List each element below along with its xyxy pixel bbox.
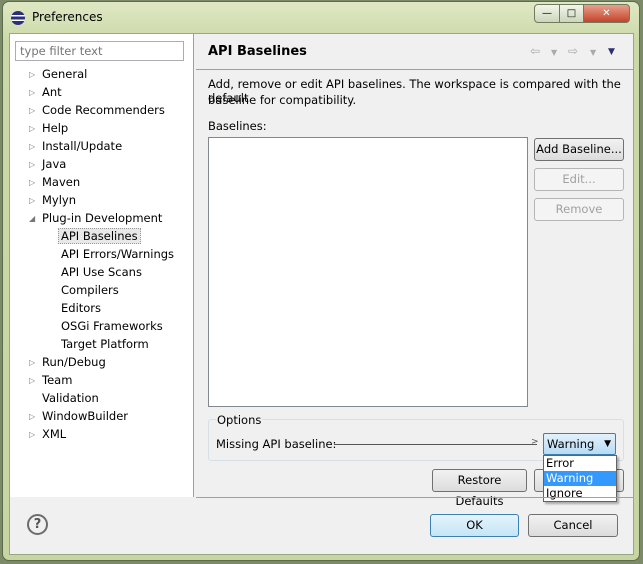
tree-item-label: Compilers: [61, 283, 119, 297]
tree-item[interactable]: ▷ Java: [29, 156, 67, 173]
footer-separator: [196, 497, 633, 498]
expand-icon[interactable]: ▷: [29, 66, 35, 83]
expand-icon[interactable]: ▷: [29, 102, 35, 119]
tree-item-label: WindowBuilder: [42, 409, 129, 423]
page-description-2: baseline for compatibility.: [208, 93, 357, 107]
cancel-button[interactable]: Cancel: [528, 514, 618, 537]
tree-item-label: API Use Scans: [61, 265, 142, 279]
eclipse-icon: [11, 11, 25, 25]
tree-item[interactable]: API Errors/Warnings: [61, 246, 174, 263]
tree-item[interactable]: ▷ Maven: [29, 174, 81, 191]
tree-item-label: API Baselines: [58, 228, 141, 244]
tree-item[interactable]: ▷ Install/Update: [29, 138, 123, 155]
add-baseline-button[interactable]: Add Baseline...: [534, 138, 624, 161]
expand-icon[interactable]: ▷: [29, 408, 35, 425]
expand-icon[interactable]: ▷: [29, 120, 35, 137]
option-warning[interactable]: Warning: [544, 471, 616, 486]
tree-item[interactable]: OSGi Frameworks: [61, 318, 163, 335]
window-title: Preferences: [32, 10, 103, 24]
tree-item-label: Plug-in Development: [42, 211, 163, 225]
expanded-icon[interactable]: ◢: [29, 210, 35, 227]
tree-item[interactable]: ▷ Team: [29, 372, 73, 389]
tree-item[interactable]: ▷ XML: [29, 426, 67, 443]
tree-item[interactable]: ▷ WindowBuilder: [29, 408, 129, 425]
close-button[interactable]: ✕: [583, 4, 630, 23]
tree-item[interactable]: ▷ General: [29, 66, 88, 83]
tree-item-label: OSGi Frameworks: [61, 319, 163, 333]
combo-dropdown: Error Warning Ignore: [543, 455, 617, 502]
tree-item-label: Validation: [42, 391, 99, 405]
option-ignore[interactable]: Ignore: [544, 486, 616, 501]
tree-item[interactable]: ▷ Mylyn: [29, 192, 77, 209]
tree-item-label: Mylyn: [42, 193, 77, 207]
tree-item-label: Ant: [42, 85, 62, 99]
tree-item-label: Target Platform: [61, 337, 149, 351]
ok-button[interactable]: OK: [430, 514, 519, 537]
missing-baseline-label: Missing API baseline:: [216, 437, 337, 451]
missing-baseline-combo[interactable]: Warning ▼: [543, 433, 616, 455]
arrow-line: [334, 444, 537, 445]
tree-item-label: Java: [42, 157, 67, 171]
forward-icon[interactable]: ⇨: [568, 44, 578, 58]
tree-item[interactable]: ▷ Help: [29, 120, 69, 137]
tree-item-label: Maven: [42, 175, 81, 189]
tree-item-label: Team: [42, 373, 73, 387]
chevron-down-icon: ▼: [604, 439, 611, 449]
tree-item-label: Code Recommenders: [42, 103, 165, 117]
tree-item-label: Editors: [61, 301, 102, 315]
tree-item[interactable]: Editors: [61, 300, 101, 317]
expand-icon[interactable]: ▷: [29, 156, 35, 173]
expand-icon[interactable]: ▷: [29, 426, 35, 443]
expand-icon[interactable]: ▷: [29, 372, 35, 389]
options-label: Options: [216, 413, 263, 427]
baselines-list[interactable]: [208, 137, 528, 407]
view-menu-icon[interactable]: ▼: [608, 47, 615, 57]
restore-defaults-button[interactable]: Restore Defaults: [432, 469, 527, 508]
expand-icon[interactable]: ▷: [29, 84, 35, 101]
tree-item[interactable]: ▷ Run/Debug: [29, 354, 106, 371]
tree-item-label: General: [42, 67, 88, 81]
minimize-button[interactable]: —: [534, 4, 560, 23]
expand-icon[interactable]: ▷: [29, 192, 35, 209]
tree-item-label: Help: [42, 121, 69, 135]
tree-item-label: Run/Debug: [42, 355, 106, 369]
maximize-button[interactable]: □: [559, 4, 584, 23]
back-menu-icon[interactable]: ▼: [551, 48, 557, 57]
header-separator: [196, 69, 633, 70]
tree-item-label: API Errors/Warnings: [61, 247, 175, 261]
tree-item[interactable]: API Baselines: [58, 228, 141, 245]
tree-item[interactable]: ▷ Ant: [29, 84, 62, 101]
combo-value: Warning: [547, 437, 595, 451]
edit-button[interactable]: Edit...: [534, 168, 624, 191]
back-icon[interactable]: ⇦: [530, 44, 540, 58]
baselines-label: Baselines:: [208, 119, 267, 133]
option-error[interactable]: Error: [544, 456, 616, 471]
expand-icon[interactable]: ▷: [29, 174, 35, 191]
expand-icon[interactable]: ▷: [29, 354, 35, 371]
tree-item[interactable]: Target Platform: [61, 336, 149, 353]
forward-menu-icon[interactable]: ▼: [590, 48, 596, 57]
tree-item[interactable]: Validation: [42, 390, 99, 407]
help-icon[interactable]: ?: [27, 514, 48, 535]
page-title: API Baselines: [208, 44, 307, 59]
tree-item[interactable]: API Use Scans: [61, 264, 142, 281]
tree-item[interactable]: ◢ Plug-in Development: [29, 210, 163, 227]
remove-button[interactable]: Remove: [534, 198, 624, 221]
expand-icon[interactable]: ▷: [29, 138, 35, 155]
tree-item[interactable]: ▷ Code Recommenders: [29, 102, 165, 119]
filter-input[interactable]: [15, 41, 184, 61]
tree-item-label: XML: [42, 427, 67, 441]
tree-item[interactable]: Compilers: [61, 282, 119, 299]
arrow-head-icon: >: [531, 437, 539, 447]
tree-item-label: Install/Update: [42, 139, 123, 153]
